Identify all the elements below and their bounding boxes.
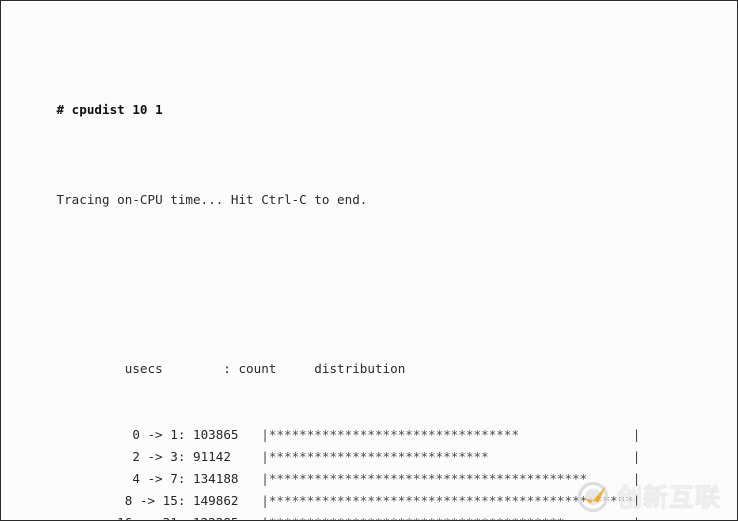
histogram-row: 2 -> 3: 91142 |*************************…	[11, 446, 737, 468]
column-separator: :	[177, 471, 193, 486]
histogram-rows: 0 -> 1: 103865 |************************…	[11, 424, 737, 520]
bucket-range: 4 -> 7	[11, 471, 178, 486]
bucket-range: 0 -> 1	[11, 427, 178, 442]
bucket-count: 122285	[193, 515, 261, 520]
terminal-screenshot: # cpudist 10 1 Tracing on-CPU time... Hi…	[0, 0, 738, 521]
bucket-count: 103865	[192, 427, 262, 442]
bucket-count: 149862	[192, 493, 262, 508]
histogram-bar: |***************************** |	[261, 449, 641, 464]
bucket-range: 8 -> 15	[11, 493, 178, 508]
bucket-range: 2 -> 3	[11, 449, 178, 464]
histogram-row: 4 -> 7: 134188 |************************…	[11, 468, 737, 490]
histogram-bar: |***************************************…	[261, 515, 640, 520]
histogram-row: 0 -> 1: 103865 |************************…	[11, 424, 737, 446]
terminal-output[interactable]: # cpudist 10 1 Tracing on-CPU time... Hi…	[1, 1, 737, 520]
column-separator: :	[177, 427, 193, 442]
column-separator: :	[178, 515, 193, 520]
status-line: Tracing on-CPU time... Hit Ctrl-C to end…	[11, 164, 737, 207]
command-line: # cpudist 10 1	[11, 74, 737, 117]
header-line-text: usecs : count distribution	[56, 361, 406, 376]
histogram-header-row: usecs : count distribution	[11, 336, 737, 376]
bucket-count: 134188	[192, 471, 262, 486]
column-separator: :	[177, 493, 193, 508]
histogram-bar: |********************************* |	[261, 427, 641, 442]
shell-command-text: # cpudist 10 1	[56, 102, 163, 117]
status-text: Tracing on-CPU time... Hit Ctrl-C to end…	[56, 192, 368, 207]
histogram-row: 8 -> 15: 149862 |***********************…	[11, 490, 737, 512]
bucket-range: 16 -> 31	[11, 515, 178, 520]
bucket-count: 91142	[192, 449, 262, 464]
histogram-bar: |***************************************…	[261, 471, 641, 486]
histogram-row: 16 -> 31: 122285 |**********************…	[11, 512, 737, 520]
histogram-bar: |***************************************…	[261, 493, 641, 508]
column-separator: :	[177, 449, 193, 464]
